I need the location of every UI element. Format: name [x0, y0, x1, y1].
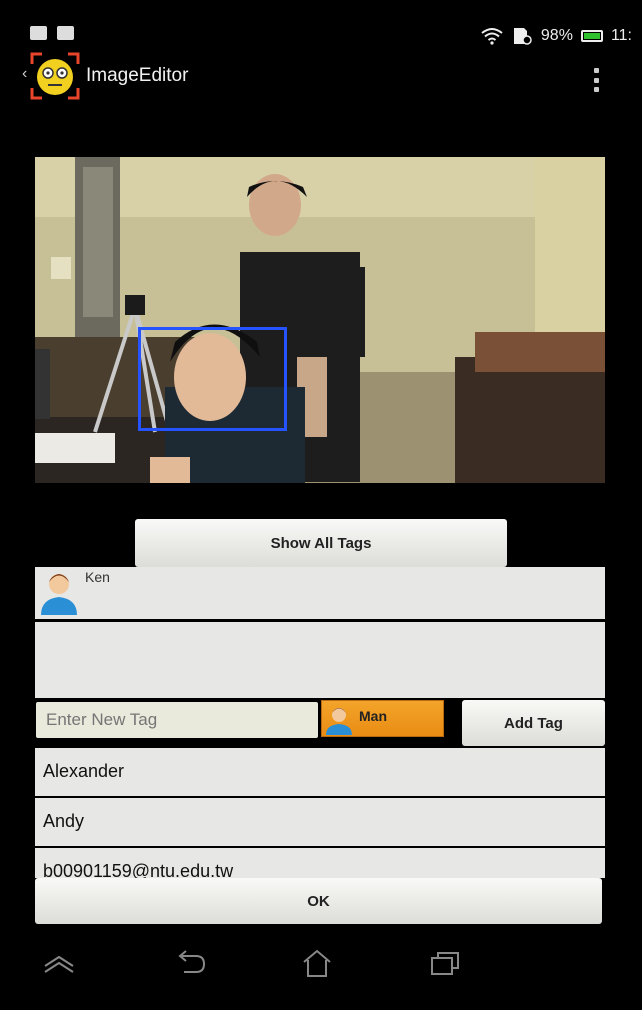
man-avatar-icon — [326, 708, 352, 735]
tagged-person-name: Ken — [85, 569, 110, 585]
show-all-tags-button[interactable]: Show All Tags — [135, 519, 507, 567]
battery-icon — [580, 30, 603, 42]
suggestion-item[interactable]: Andy — [35, 798, 605, 846]
bag-notification-icon — [57, 26, 74, 40]
overflow-menu-icon[interactable] — [594, 68, 600, 92]
app-title: ImageEditor — [86, 65, 189, 86]
photo-image — [35, 157, 605, 483]
suggestion-item[interactable]: b00901159@ntu.edu.tw — [35, 848, 605, 878]
clock-time: 11: — [610, 27, 632, 44]
person-avatar-icon — [41, 574, 77, 615]
face-detection-box[interactable] — [138, 327, 287, 431]
gender-chip[interactable]: Man — [321, 700, 444, 737]
gender-chip-label: Man — [359, 708, 387, 724]
sd-card-icon — [513, 28, 532, 45]
image-notification-icon — [30, 26, 47, 40]
action-bar: ‹ ImageEditor — [0, 50, 642, 102]
up-navigation-icon[interactable]: ‹ — [22, 65, 27, 83]
tag-detail-area[interactable] — [35, 622, 605, 698]
photo-preview[interactable] — [35, 157, 605, 483]
tagged-person-card[interactable]: Ken — [35, 567, 605, 619]
status-right-group: 98% 11: — [481, 27, 632, 45]
wifi-icon — [481, 28, 503, 45]
battery-percent: 98% — [540, 27, 573, 44]
new-tag-input[interactable] — [36, 702, 318, 738]
back-icon[interactable] — [174, 948, 208, 978]
suggestion-list-clip: b00901159@ntu.edu.tw — [35, 848, 605, 878]
recent-apps-icon[interactable] — [428, 948, 462, 978]
navigation-bar — [0, 938, 642, 990]
home-icon[interactable] — [300, 948, 334, 978]
suggestion-item[interactable]: Alexander — [35, 748, 605, 796]
app-logo-icon[interactable] — [30, 52, 80, 100]
nav-up-chevron-icon[interactable] — [42, 948, 76, 978]
ok-button[interactable]: OK — [35, 878, 602, 924]
add-tag-button[interactable]: Add Tag — [462, 700, 605, 746]
status-left-group — [30, 26, 74, 40]
